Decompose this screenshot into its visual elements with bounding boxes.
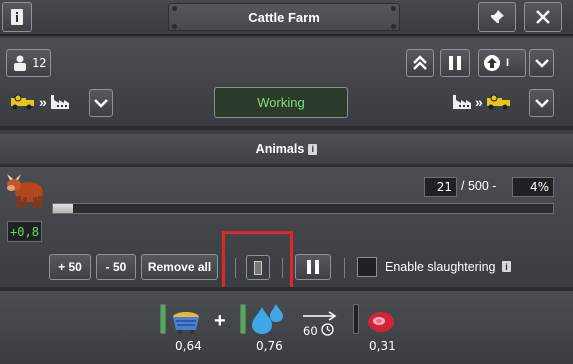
workers-count: 12 (32, 56, 47, 70)
meat-icon (368, 312, 394, 332)
output-route-icon: » (452, 92, 526, 112)
water-stock-fill (241, 305, 245, 333)
plus-sign: + (214, 310, 226, 332)
close-icon (536, 10, 550, 24)
truck-icon (11, 94, 34, 110)
animal-percent: 4% (529, 180, 549, 194)
status-indicator: Working (214, 87, 348, 118)
animal-percent-box: 4% (512, 177, 554, 197)
divider (282, 258, 283, 278)
input-route-dropdown[interactable] (89, 89, 113, 117)
animal-progress-fill (53, 204, 73, 213)
add-50-button[interactable]: + 50 (49, 254, 91, 280)
animal-progress-bar (52, 203, 554, 214)
feed-icon (173, 312, 199, 334)
chevron-down-icon (534, 99, 549, 108)
slaughter-info-icon[interactable]: i (502, 261, 511, 272)
window-title: Cattle Farm (168, 3, 400, 31)
meat-stock-bar (353, 304, 359, 334)
slaughter-label: Enable slaughtering (385, 260, 496, 274)
close-button[interactable] (524, 2, 562, 32)
pin-button[interactable] (478, 2, 516, 32)
water-drops-icon (252, 304, 283, 334)
truck-icon (486, 94, 510, 110)
pause-icon (449, 56, 461, 70)
upgrade-dropdown[interactable] (529, 49, 554, 77)
status-text: Working (257, 95, 305, 110)
cow-icon (7, 174, 43, 208)
upgrade-level-indicator: I (506, 57, 510, 69)
meat-value: 0,31 (369, 339, 396, 353)
growth-rate-box: +0,8 (7, 221, 42, 242)
chevron-down-icon (94, 99, 108, 108)
chevron-down-icon (534, 59, 549, 68)
pause-icon (307, 260, 319, 274)
pause-animals-button[interactable] (295, 254, 331, 280)
double-chevron-up-icon (413, 55, 427, 70)
remove-all-button[interactable]: Remove all (141, 254, 218, 280)
arrow-up-circle-icon (484, 55, 500, 71)
info-icon (11, 9, 23, 25)
growth-rate: +0,8 (10, 224, 39, 239)
production-panel (0, 291, 573, 364)
feed-stock-bar (160, 304, 166, 334)
divider (344, 258, 345, 278)
route-arrow-icon: » (475, 94, 483, 110)
animals-section-title: Animals (255, 142, 305, 156)
upgrade-button[interactable] (406, 49, 434, 77)
duration-value: 60 (303, 324, 318, 338)
factory-icon (50, 95, 69, 109)
route-arrow-icon: » (39, 94, 47, 110)
pause-production-button[interactable] (440, 49, 470, 77)
clock-icon (321, 323, 334, 336)
feed-value: 0,64 (175, 339, 202, 353)
input-route-icon: » (10, 92, 84, 112)
animal-count-box: 21 (424, 177, 457, 197)
animals-info-icon[interactable]: i (308, 143, 318, 155)
pin-icon (490, 10, 504, 24)
water-value: 0,76 (256, 339, 283, 353)
feed-stock-fill (161, 305, 165, 333)
upgrade-level-button[interactable]: I (478, 49, 526, 77)
worker-icon (14, 55, 26, 71)
factory-icon (453, 95, 471, 109)
slaughter-checkbox[interactable] (357, 257, 377, 277)
info-button[interactable] (2, 2, 32, 32)
arrow-right-icon (303, 311, 337, 321)
water-stock-bar (240, 304, 246, 334)
animal-capacity: / 500 - (461, 179, 497, 193)
animals-section-header: Animals i (0, 134, 573, 164)
animal-count: 21 (436, 180, 452, 194)
workers-button[interactable]: 12 (6, 49, 51, 77)
output-route-dropdown[interactable] (529, 89, 554, 117)
remove-50-button[interactable]: - 50 (96, 254, 136, 280)
